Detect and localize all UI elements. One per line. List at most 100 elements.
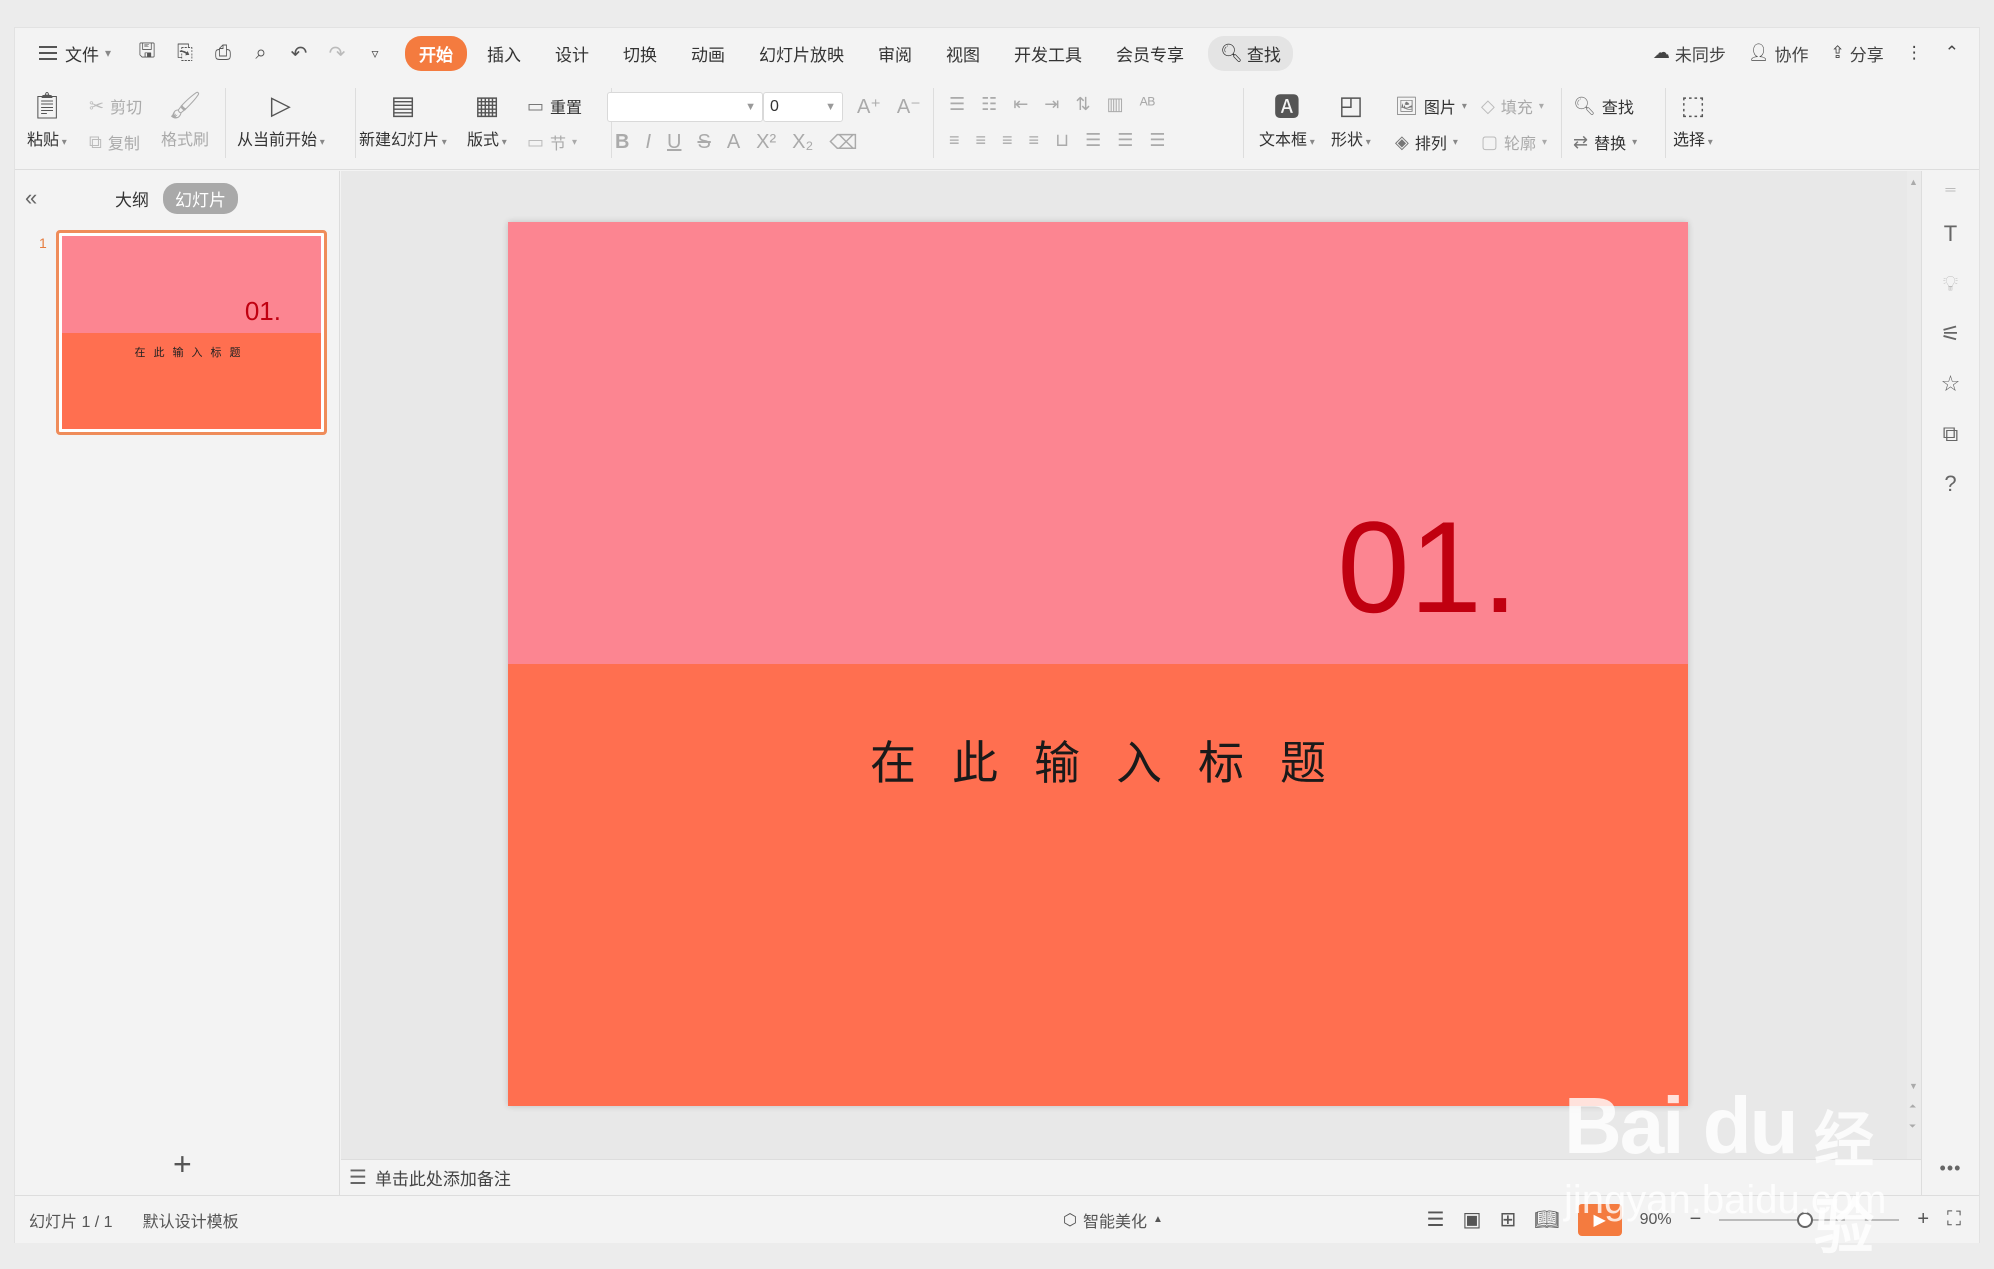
- picture-button[interactable]: 🖼︎ 图片 ▾: [1395, 94, 1467, 118]
- paste-button[interactable]: 📋︎ 粘贴 ▾: [27, 88, 67, 150]
- strikethrough-icon[interactable]: S: [697, 131, 710, 154]
- play-slideshow-button[interactable]: ▶: [1577, 1203, 1622, 1236]
- align-right-icon[interactable]: ≡: [1002, 130, 1013, 151]
- font-name-combo[interactable]: ▼: [607, 92, 763, 122]
- font-size-combo[interactable]: 0 ▼: [763, 92, 843, 122]
- bullet-list-icon[interactable]: ☰: [949, 94, 965, 115]
- tab-home[interactable]: 开始: [405, 35, 468, 71]
- text-tool-icon[interactable]: T: [1944, 221, 1957, 247]
- subscript-icon[interactable]: X₂: [792, 131, 813, 154]
- print-preview-icon[interactable]: ⌕: [249, 42, 273, 65]
- eraser-icon[interactable]: ⌫: [829, 130, 857, 155]
- tab-design[interactable]: 设计: [541, 36, 603, 71]
- collapse-panel-icon[interactable]: «: [25, 185, 37, 211]
- arrange-button[interactable]: ◈ 排列 ▾: [1395, 130, 1458, 154]
- decrease-indent-icon[interactable]: ⇤: [1013, 94, 1028, 115]
- justify-icon[interactable]: ≡: [1029, 130, 1040, 151]
- section-button[interactable]: ▭ 节 ▾: [527, 130, 577, 154]
- outline-button[interactable]: ▢ 轮廓 ▾: [1481, 130, 1547, 154]
- tab-transition[interactable]: 切换: [609, 36, 671, 71]
- tab-developer[interactable]: 开发工具: [1000, 36, 1096, 71]
- redo-icon[interactable]: ↷: [325, 41, 349, 66]
- zoom-out-icon[interactable]: −: [1690, 1208, 1702, 1231]
- notes-toggle-icon[interactable]: ☰: [1427, 1207, 1445, 1232]
- print-icon[interactable]: ⎙: [211, 42, 235, 65]
- add-slide-icon[interactable]: +: [173, 1146, 192, 1183]
- more-vertical-icon[interactable]: ⋮: [1906, 43, 1923, 63]
- share-button[interactable]: ⇪ 分享: [1831, 41, 1884, 66]
- bold-icon[interactable]: B: [615, 131, 629, 154]
- reading-view-icon[interactable]: 📖︎: [1534, 1207, 1559, 1232]
- file-menu-button[interactable]: 文件 ▾: [33, 36, 117, 70]
- scroll-up-icon[interactable]: ▲: [1909, 177, 1918, 187]
- shape-button[interactable]: ◰ 形状 ▾: [1331, 88, 1371, 150]
- normal-view-icon[interactable]: ▣: [1463, 1207, 1482, 1232]
- notes-bar[interactable]: ☰ 单击此处添加备注: [341, 1159, 1921, 1195]
- play-from-current-button[interactable]: ▷ 从当前开始 ▾: [237, 88, 325, 150]
- customize-toolbar-icon[interactable]: ▿: [363, 45, 387, 62]
- copy-button[interactable]: ⧉ 复制: [89, 130, 140, 154]
- format-painter-button[interactable]: 🖌︎ 格式刷: [161, 88, 209, 150]
- drag-handle-icon[interactable]: ═: [1946, 181, 1956, 197]
- tab-member[interactable]: 会员专享: [1102, 36, 1198, 71]
- find-button[interactable]: 🔍︎ 查找: [1573, 94, 1634, 118]
- slide-sorter-icon[interactable]: ⊞: [1499, 1207, 1516, 1232]
- smart-beautify-button[interactable]: ⬡ 智能美化 ▲: [1063, 1208, 1163, 1232]
- fill-button[interactable]: ◇ 填充 ▾: [1481, 94, 1544, 118]
- collab-button[interactable]: 👤︎ 协作: [1748, 41, 1809, 66]
- slide-thumbnail[interactable]: 01. 在此输入标题: [56, 230, 327, 435]
- decrease-font-icon[interactable]: A⁻: [897, 94, 921, 119]
- layout-button[interactable]: ▦ 版式 ▾: [467, 88, 507, 150]
- align-text-icon[interactable]: ☰: [1149, 130, 1165, 151]
- zoom-slider-knob[interactable]: [1797, 1211, 1814, 1228]
- line-spacing-icon[interactable]: ☰: [1085, 130, 1101, 151]
- vertical-scrollbar[interactable]: ▲ ▼ ⏶ ⏷: [1907, 171, 1921, 1159]
- underline-icon[interactable]: U: [667, 131, 681, 154]
- search-box[interactable]: 🔍︎ 查找: [1208, 35, 1293, 71]
- slide-number-text[interactable]: 01.: [1337, 502, 1518, 632]
- settings-sliders-icon[interactable]: ⚟: [1941, 321, 1961, 347]
- columns-icon[interactable]: ▥: [1107, 94, 1124, 115]
- tab-review[interactable]: 审阅: [864, 36, 926, 71]
- tab-slideshow[interactable]: 幻灯片放映: [745, 36, 858, 71]
- zoom-in-icon[interactable]: +: [1917, 1208, 1929, 1231]
- select-button[interactable]: ⬚ 选择 ▾: [1673, 88, 1713, 150]
- undo-icon[interactable]: ↶: [287, 41, 311, 66]
- more-icon[interactable]: •••: [1940, 1158, 1962, 1179]
- increase-font-icon[interactable]: A⁺: [857, 94, 881, 119]
- next-slide-icon[interactable]: ⏷: [1909, 1121, 1916, 1132]
- star-icon[interactable]: ☆: [1941, 371, 1961, 397]
- textbox-button[interactable]: 🅰︎ 文本框 ▾: [1259, 88, 1315, 150]
- tab-animation[interactable]: 动画: [677, 36, 739, 71]
- tab-outline[interactable]: 大纲: [115, 186, 149, 211]
- distribute-icon[interactable]: ⊔: [1055, 130, 1069, 151]
- text-direction-icon[interactable]: ⇅: [1075, 94, 1090, 115]
- format-copy-icon[interactable]: ⎘: [173, 42, 197, 65]
- text-effect-icon[interactable]: ᴬᴮ: [1140, 94, 1156, 115]
- slide-canvas[interactable]: 01. 在此输入标题: [508, 222, 1688, 1106]
- save-icon[interactable]: 🖫: [135, 36, 159, 70]
- superscript-icon[interactable]: X²: [756, 131, 776, 154]
- zoom-slider[interactable]: [1719, 1211, 1900, 1228]
- lightbulb-icon[interactable]: 💡︎: [1943, 271, 1958, 297]
- slide-switch-icon[interactable]: ⧉: [1943, 421, 1959, 447]
- replace-button[interactable]: ⇄ 替换 ▾: [1573, 130, 1637, 154]
- numbered-list-icon[interactable]: ☷: [981, 94, 997, 115]
- paragraph-spacing-icon[interactable]: ☰: [1117, 130, 1133, 151]
- slide-title-placeholder[interactable]: 在此输入标题: [508, 727, 1688, 793]
- align-center-icon[interactable]: ≡: [976, 130, 987, 151]
- tab-slides[interactable]: 幻灯片: [163, 183, 238, 214]
- tab-view[interactable]: 视图: [932, 36, 994, 71]
- reset-button[interactable]: ▭ 重置: [527, 94, 582, 118]
- collapse-ribbon-icon[interactable]: ⌃: [1945, 43, 1959, 63]
- template-name[interactable]: 默认设计模板: [143, 1208, 239, 1232]
- font-color-icon[interactable]: A: [727, 131, 740, 154]
- fit-window-icon[interactable]: ⛶: [1947, 1208, 1961, 1231]
- new-slide-button[interactable]: ▤ 新建幻灯片 ▾: [359, 88, 447, 150]
- cut-button[interactable]: ✂ 剪切: [89, 94, 142, 118]
- scroll-down-icon[interactable]: ▼: [1909, 1081, 1918, 1091]
- align-left-icon[interactable]: ≡: [949, 130, 960, 151]
- tab-insert[interactable]: 插入: [473, 36, 535, 71]
- prev-slide-icon[interactable]: ⏶: [1909, 1101, 1916, 1112]
- zoom-level[interactable]: 90%: [1640, 1211, 1672, 1229]
